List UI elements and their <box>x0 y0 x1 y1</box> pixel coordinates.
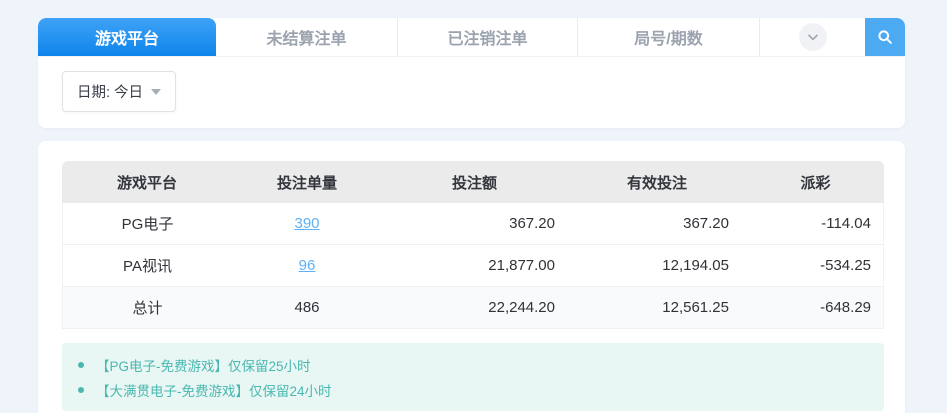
search-button[interactable] <box>865 18 905 56</box>
cell-bet-count: 390 <box>232 203 382 245</box>
page: 游戏平台 未结算注单 已注销注单 局号/期数 <box>0 0 947 413</box>
table-row: PA视讯 96 21,877.00 12,194.05 -534.25 <box>62 245 884 287</box>
tab-cancelled-bets[interactable]: 已注销注单 <box>398 18 578 56</box>
tab-overflow-area <box>760 18 865 56</box>
cell-platform: PG电子 <box>62 203 232 245</box>
tab-unsettled-bets[interactable]: 未结算注单 <box>216 18 398 56</box>
cell-total-bet-amount: 22,244.20 <box>382 287 567 329</box>
chevron-down-icon <box>805 29 821 45</box>
tab-bar: 游戏平台 未结算注单 已注销注单 局号/期数 <box>38 18 905 57</box>
tab-round-period[interactable]: 局号/期数 <box>578 18 760 56</box>
retention-notes: 【PG电子-免费游戏】仅保留25小时 【大满贯电子-免费游戏】仅保留24小时 <box>62 343 884 411</box>
header-bet-count: 投注单量 <box>232 161 382 203</box>
header-valid-bet: 有效投注 <box>567 161 747 203</box>
bullet-dot-icon <box>78 362 84 368</box>
date-filter-label: 日期: 今日 <box>77 81 143 102</box>
note-text: 【大满贯电子-免费游戏】仅保留24小时 <box>96 380 332 400</box>
cell-bet-amount: 21,877.00 <box>382 245 567 287</box>
header-game-platform: 游戏平台 <box>62 161 232 203</box>
cell-total-payout: -648.29 <box>747 287 884 329</box>
cell-payout: -114.04 <box>747 203 884 245</box>
tabs-expand-button[interactable] <box>799 23 827 51</box>
caret-down-icon <box>151 89 161 95</box>
search-icon <box>875 27 895 47</box>
date-filter-dropdown[interactable]: 日期: 今日 <box>62 71 176 112</box>
tab-game-platform[interactable]: 游戏平台 <box>38 18 216 56</box>
bullet-dot-icon <box>78 387 84 393</box>
header-payout: 派彩 <box>747 161 884 203</box>
filter-card: 游戏平台 未结算注单 已注销注单 局号/期数 <box>38 18 905 128</box>
cell-total-valid-bet: 12,561.25 <box>567 287 747 329</box>
table-total-row: 总计 486 22,244.20 12,561.25 -648.29 <box>62 287 884 329</box>
filter-row: 日期: 今日 <box>38 57 905 128</box>
cell-bet-amount: 367.20 <box>382 203 567 245</box>
cell-bet-count: 96 <box>232 245 382 287</box>
cell-payout: -534.25 <box>747 245 884 287</box>
table-row: PG电子 390 367.20 367.20 -114.04 <box>62 203 884 245</box>
cell-total-label: 总计 <box>62 287 232 329</box>
table-header-row: 游戏平台 投注单量 投注额 有效投注 派彩 <box>62 161 884 203</box>
note-text: 【PG电子-免费游戏】仅保留25小时 <box>96 355 311 375</box>
bet-count-link[interactable]: 390 <box>294 215 319 232</box>
cell-total-bet-count: 486 <box>232 287 382 329</box>
header-bet-amount: 投注额 <box>382 161 567 203</box>
note-line: 【大满贯电子-免费游戏】仅保留24小时 <box>78 377 868 402</box>
platform-report-table: 游戏平台 投注单量 投注额 有效投注 派彩 PG电子 390 367.20 36… <box>62 161 884 329</box>
report-card: 游戏平台 投注单量 投注额 有效投注 派彩 PG电子 390 367.20 36… <box>38 141 905 413</box>
cell-valid-bet: 12,194.05 <box>567 245 747 287</box>
bet-count-link[interactable]: 96 <box>299 257 316 274</box>
cell-platform: PA视讯 <box>62 245 232 287</box>
note-line: 【PG电子-免费游戏】仅保留25小时 <box>78 352 868 377</box>
cell-valid-bet: 367.20 <box>567 203 747 245</box>
